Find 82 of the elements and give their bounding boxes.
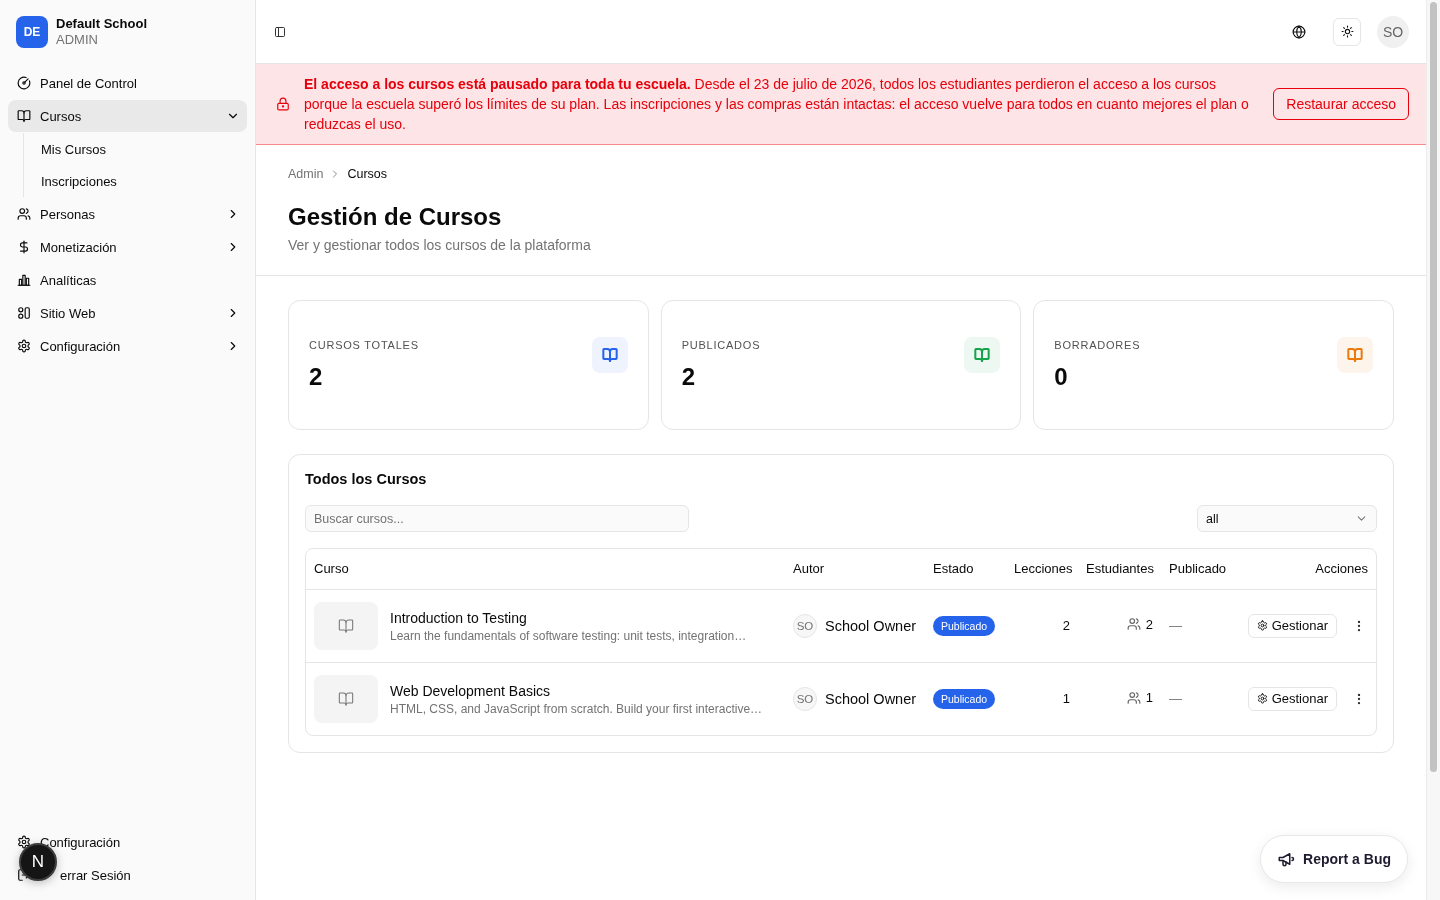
dollar-icon [17, 240, 31, 254]
breadcrumb-link[interactable]: Admin [288, 166, 324, 182]
book-icon [17, 109, 31, 123]
author-name: School Owner [825, 617, 917, 634]
nav-item[interactable]: Configuración [8, 330, 247, 362]
bar-chart-icon [17, 273, 31, 287]
course-title[interactable]: Web Development Basics [390, 680, 551, 701]
globe-icon [1292, 24, 1306, 39]
student-count: 1 [1145, 690, 1153, 705]
stat-label: PUBLICADOS [681, 338, 761, 353]
stat-label: BORRADORES [1054, 338, 1141, 353]
nav-subitem[interactable]: Inscripciones [32, 165, 247, 197]
nav-item[interactable]: Panel de Control [8, 67, 247, 99]
scrollbar[interactable] [1426, 0, 1440, 900]
course-description: Learn the fundamentals of software testing: unit tests, integration… [390, 627, 747, 644]
stat-value: 0 [1054, 362, 1068, 392]
nav-subitem[interactable]: Mis Cursos [32, 133, 247, 165]
sidebar-toggle-icon [274, 25, 286, 38]
user-avatar[interactable]: SO [1377, 15, 1409, 48]
sun-icon [1340, 25, 1354, 38]
book-icon [338, 690, 354, 707]
sidebar-toggle-button[interactable] [274, 25, 286, 38]
stat-value: 2 [309, 362, 323, 392]
layout-icon [17, 306, 31, 320]
lock-icon [276, 97, 290, 111]
column-header: Estado [933, 561, 974, 577]
stat-value: 2 [681, 362, 695, 392]
lesson-count: 2 [1062, 618, 1070, 633]
user-role: ADMIN [56, 32, 98, 48]
users-icon [1126, 617, 1141, 632]
alert-message: El acceso a los cursos está pausado para toda tu escuela. Desde el 23 de julio de 2026, todos los estudiantes perdieron el acceso a los cursos porque la escuela superó los límites de su plan. Las inscripciones y las compras están intactas: el acceso vuelve para todos en cuanto mejores el plan o reduzcas el uso. [304, 75, 1250, 134]
course-description: HTML, CSS, and JavaScript from scratch. Build your first interactive… [390, 700, 763, 717]
settings-icon [1256, 693, 1268, 705]
settings-icon [1256, 620, 1268, 631]
column-header: Estudiantes [1086, 561, 1154, 577]
author-name: School Owner [825, 690, 917, 707]
page-title: Gestión de Cursos [288, 202, 502, 232]
nav-item[interactable]: Sitio Web [8, 297, 247, 329]
column-header: Acciones [1315, 561, 1368, 577]
nav-item[interactable]: Personas [8, 198, 247, 230]
book-icon [338, 617, 354, 634]
gauge-icon [17, 76, 31, 90]
student-count: 2 [1145, 616, 1153, 632]
settings-icon [17, 835, 31, 849]
school-logo: DE [16, 16, 48, 48]
status-tag: Publicado [933, 688, 996, 709]
book-icon [591, 337, 628, 373]
book-icon [1337, 337, 1373, 373]
theme-toggle-button[interactable] [1333, 17, 1361, 46]
book-icon [964, 337, 1001, 373]
column-header: Publicado [1169, 561, 1227, 577]
author-avatar: SO [793, 613, 817, 638]
published-date: — [1169, 618, 1182, 633]
nav-item[interactable]: Analíticas [8, 264, 247, 296]
manage-button[interactable]: Gestionar [1247, 613, 1337, 638]
users-icon [1126, 690, 1141, 705]
column-header: Curso [314, 561, 349, 577]
nav-item[interactable]: Cursos [8, 100, 247, 132]
nav-item[interactable]: errar Sesión [59, 859, 247, 891]
column-header: Autor [793, 561, 825, 577]
stat-label: CURSOS TOTALES [309, 338, 419, 353]
school-name: Default School [56, 16, 147, 32]
lesson-count: 1 [1062, 691, 1070, 707]
settings-icon [17, 339, 31, 353]
panel-title: Todos los Cursos [305, 470, 427, 489]
restore-access-button[interactable]: Restaurar acceso [1273, 88, 1409, 120]
search-field[interactable]: Buscar cursos... [305, 505, 689, 532]
course-title[interactable]: Introduction to Testing [390, 607, 527, 628]
breadcrumb-current: Cursos [347, 166, 388, 182]
scrollbar-thumb[interactable] [1430, 2, 1437, 772]
column-header: Lecciones [1014, 561, 1073, 577]
megaphone-icon [1277, 850, 1296, 868]
status-tag: Publicado [933, 615, 996, 636]
status-filter-select[interactable]: all [1197, 505, 1377, 532]
published-date: — [1169, 691, 1182, 707]
author-avatar: SO [793, 686, 817, 711]
manage-button[interactable]: Gestionar [1247, 686, 1337, 711]
users-icon [17, 207, 31, 221]
nav-item[interactable]: Monetización [8, 231, 247, 263]
page-subtitle: Ver y gestionar todos los cursos de la plataforma [288, 236, 591, 255]
language-button[interactable] [1292, 24, 1306, 39]
report-bug-button[interactable]: Report a Bug [1260, 835, 1408, 883]
